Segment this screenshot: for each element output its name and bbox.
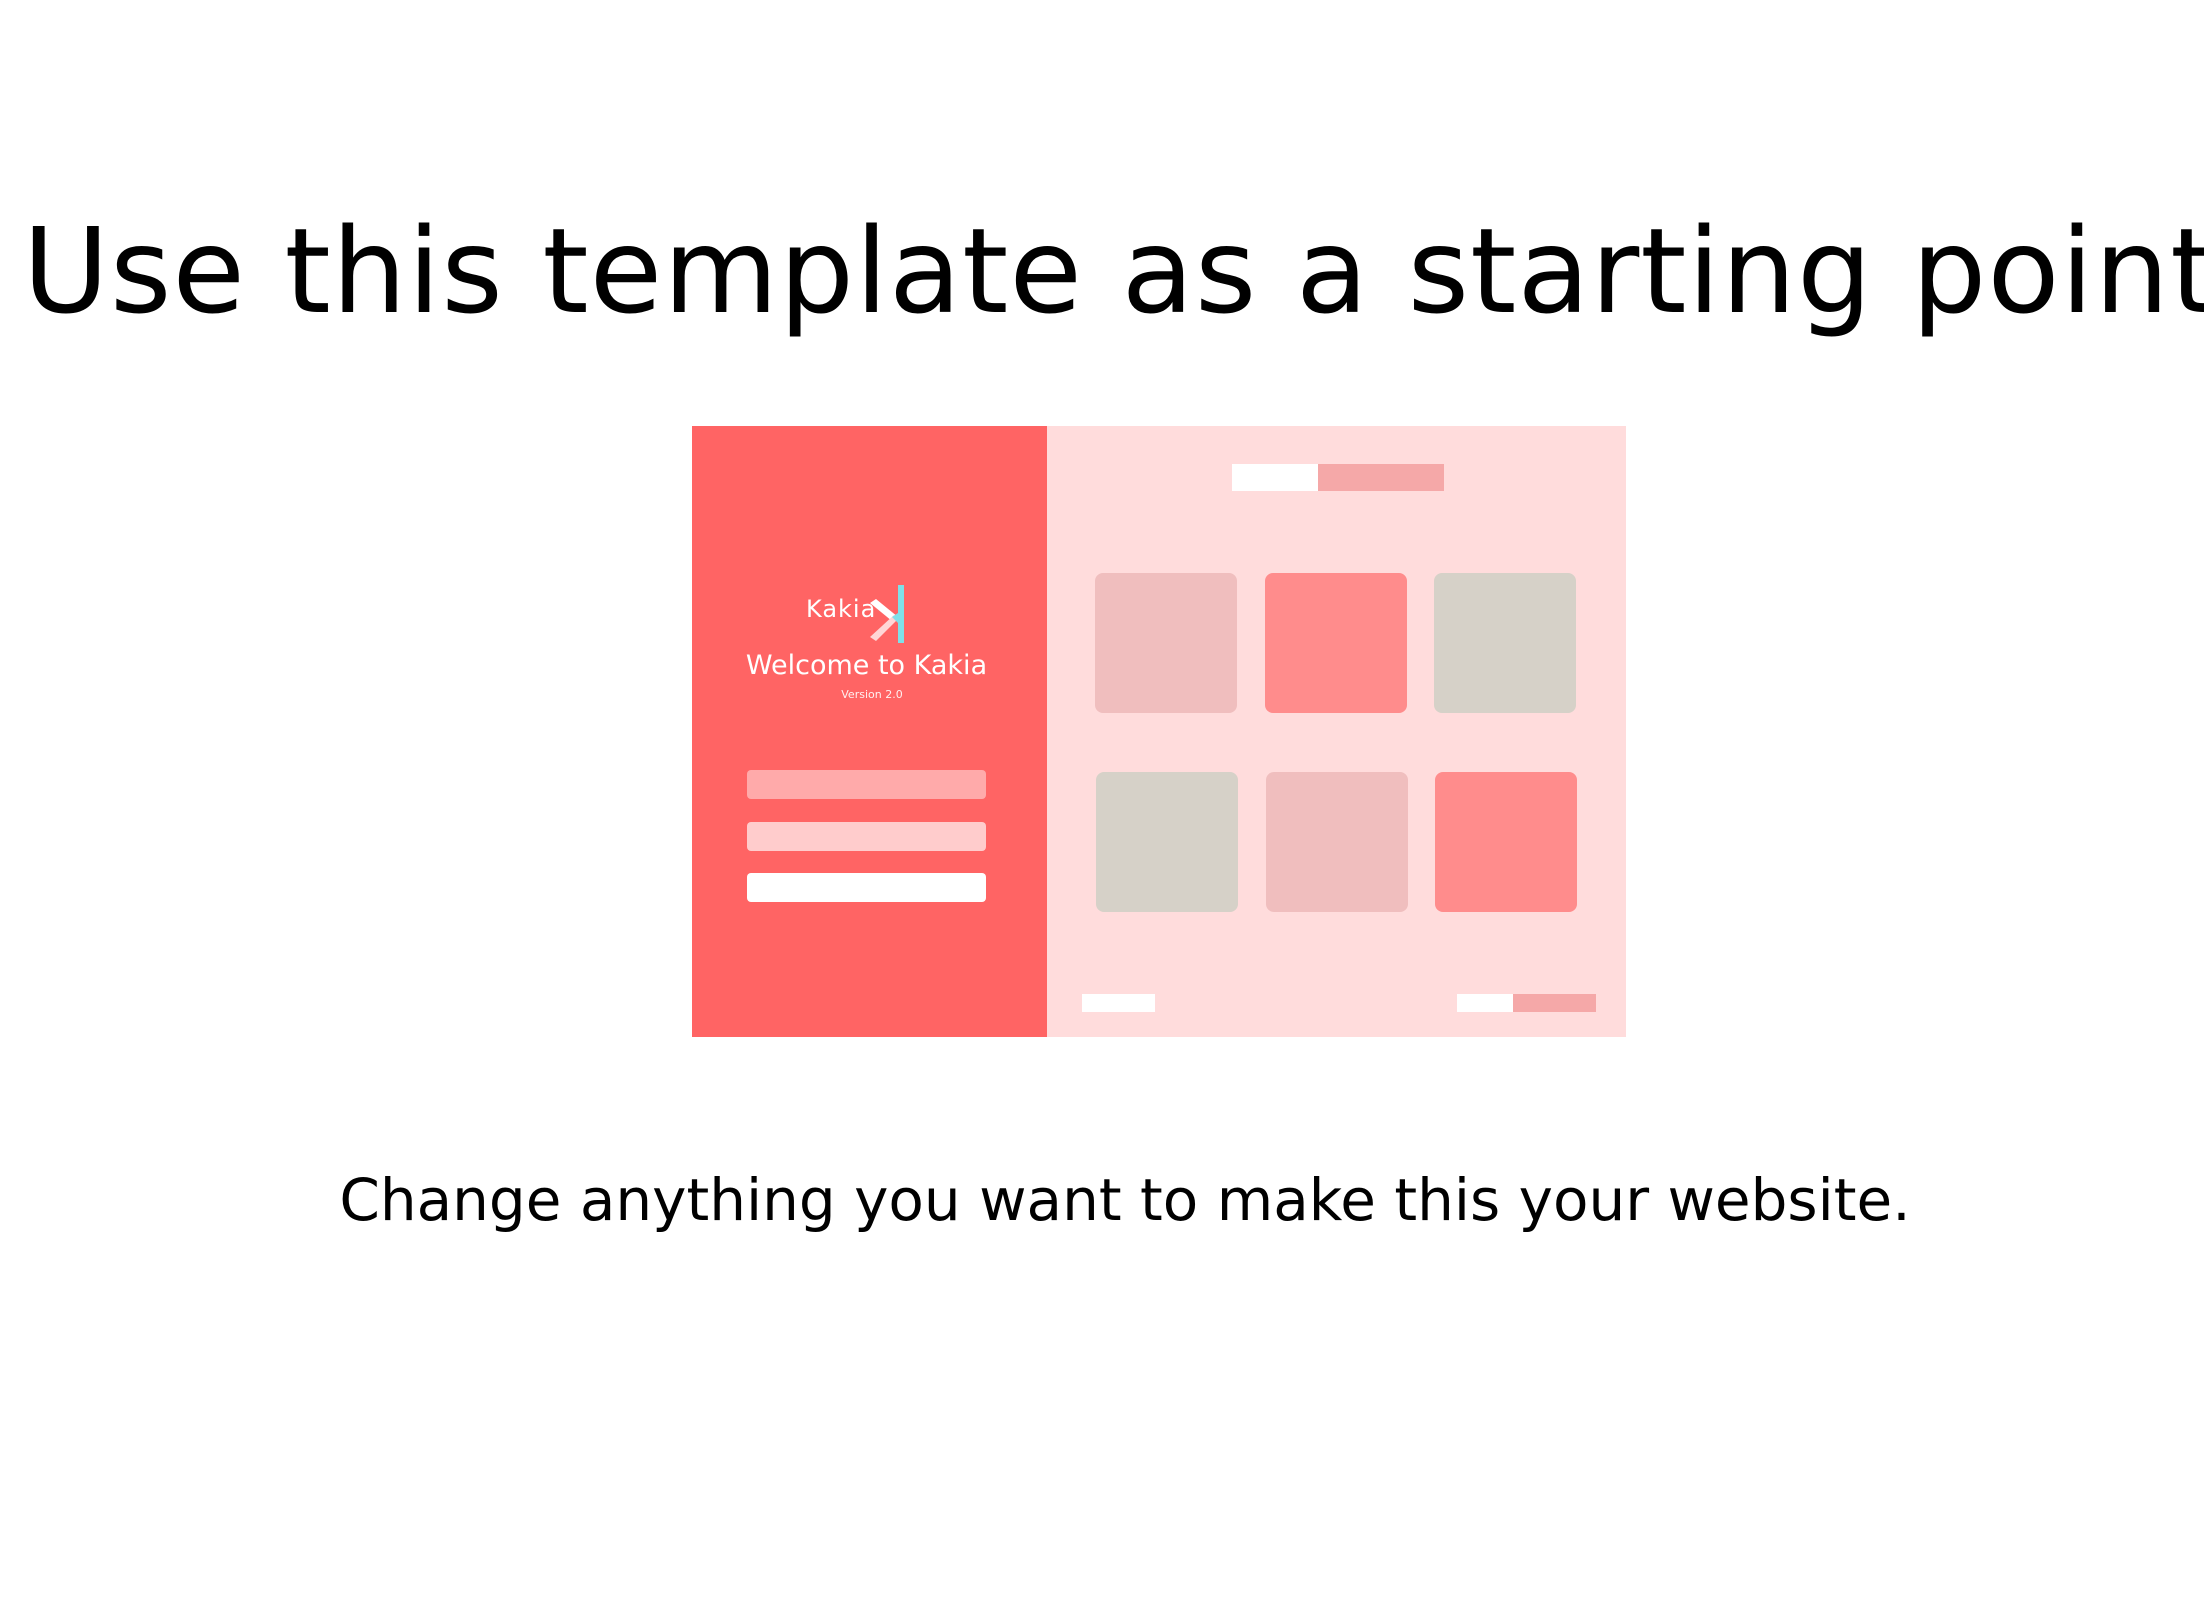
preview-content xyxy=(1047,426,1626,1037)
preview-field-2 xyxy=(747,822,986,851)
preview-tile-5 xyxy=(1266,772,1408,912)
preview-footer-right-b xyxy=(1513,994,1596,1012)
kakia-logo: Kakia xyxy=(806,583,916,647)
preview-top-bar-right xyxy=(1318,464,1444,491)
preview-top-bar-left xyxy=(1232,464,1318,491)
preview-field-3 xyxy=(747,873,986,902)
welcome-heading: Welcome to Kakia xyxy=(745,650,988,681)
logo-text: Kakia xyxy=(806,595,877,623)
preview-footer-right-a xyxy=(1457,994,1513,1012)
preview-tile-1 xyxy=(1095,573,1237,713)
page: Use this template as a starting point Ka… xyxy=(0,0,2204,1602)
k-logo-icon xyxy=(870,585,904,643)
preview-sidebar: Kakia Welcome to Kakia Version 2.0 xyxy=(692,426,1047,1037)
version-label: Version 2.0 xyxy=(841,688,903,701)
preview-tile-4 xyxy=(1096,772,1238,912)
preview-footer-left xyxy=(1082,994,1155,1012)
preview-tile-6 xyxy=(1435,772,1577,912)
page-title: Use this template as a starting point xyxy=(22,202,2204,340)
preview-field-1 xyxy=(747,770,986,799)
template-preview[interactable]: Kakia Welcome to Kakia Version 2.0 xyxy=(692,426,1626,1037)
preview-tile-2 xyxy=(1265,573,1407,713)
preview-tile-3 xyxy=(1434,573,1576,713)
page-subtitle: Change anything you want to make this yo… xyxy=(339,1166,1911,1234)
